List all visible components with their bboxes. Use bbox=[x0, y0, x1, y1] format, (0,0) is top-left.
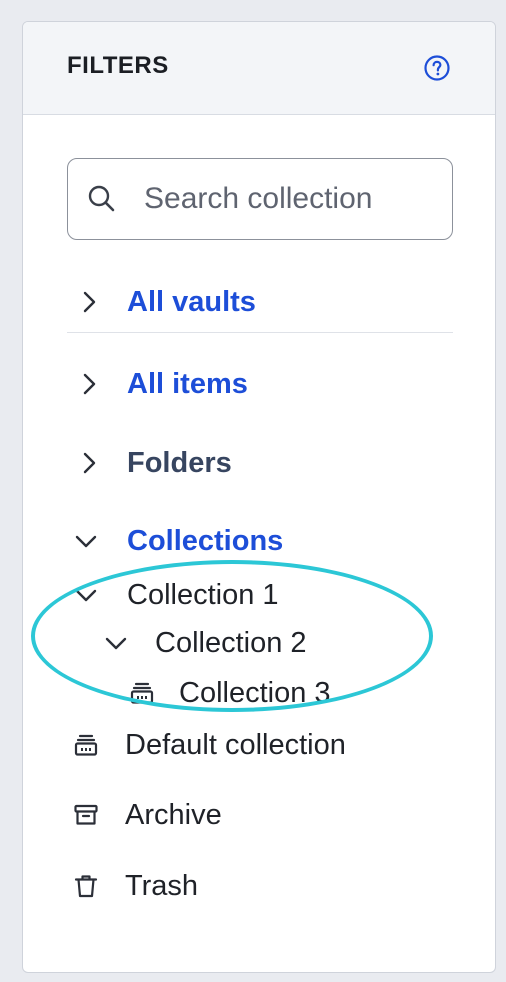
search-input[interactable] bbox=[144, 177, 440, 221]
filter-archive[interactable]: Archive bbox=[73, 793, 222, 837]
filter-trash[interactable]: Trash bbox=[73, 864, 198, 908]
search-field[interactable] bbox=[67, 158, 453, 240]
filter-trash-label: Trash bbox=[125, 869, 199, 902]
tree-item-collection-3[interactable]: Collection 3 bbox=[129, 671, 331, 715]
chevron-right-icon bbox=[83, 452, 96, 474]
collection-icon bbox=[130, 682, 154, 704]
filter-collections-label: Collections bbox=[127, 524, 284, 557]
question-circle-icon[interactable] bbox=[423, 54, 451, 82]
search-icon bbox=[88, 185, 115, 212]
filter-all-items-label: All items bbox=[127, 367, 248, 400]
panel-title: FILTERS bbox=[67, 52, 169, 79]
filter-archive-label: Archive bbox=[125, 798, 222, 831]
tree-item-label: Default collection bbox=[125, 728, 346, 761]
divider bbox=[67, 332, 453, 333]
chevron-right-icon bbox=[83, 373, 96, 395]
filter-all-items[interactable]: All items bbox=[77, 362, 248, 406]
archive-icon bbox=[74, 804, 98, 825]
chevron-down-icon bbox=[105, 637, 127, 650]
tree-item-default-collection[interactable]: Default collection bbox=[73, 723, 346, 767]
filter-folders[interactable]: Folders bbox=[77, 441, 232, 485]
filter-all-vaults[interactable]: All vaults bbox=[77, 280, 256, 324]
panel-header: FILTERS bbox=[23, 22, 495, 115]
tree-item-label: Collection 1 bbox=[127, 578, 279, 611]
chevron-down-icon bbox=[75, 535, 97, 548]
tree-item-label: Collection 2 bbox=[155, 626, 307, 659]
chevron-down-icon bbox=[75, 589, 97, 602]
chevron-right-icon bbox=[83, 291, 96, 313]
collection-icon bbox=[74, 734, 98, 756]
tree-item-label: Collection 3 bbox=[179, 676, 331, 709]
tree-item-collection-2[interactable]: Collection 2 bbox=[103, 621, 307, 665]
tree-item-collection-1[interactable]: Collection 1 bbox=[73, 573, 279, 617]
trash-icon bbox=[74, 875, 98, 898]
filter-collections[interactable]: Collections bbox=[73, 519, 283, 563]
filter-all-vaults-label: All vaults bbox=[127, 285, 256, 318]
filter-folders-label: Folders bbox=[127, 446, 232, 479]
filters-panel: FILTERS All vaults All items Folders bbox=[22, 21, 496, 973]
